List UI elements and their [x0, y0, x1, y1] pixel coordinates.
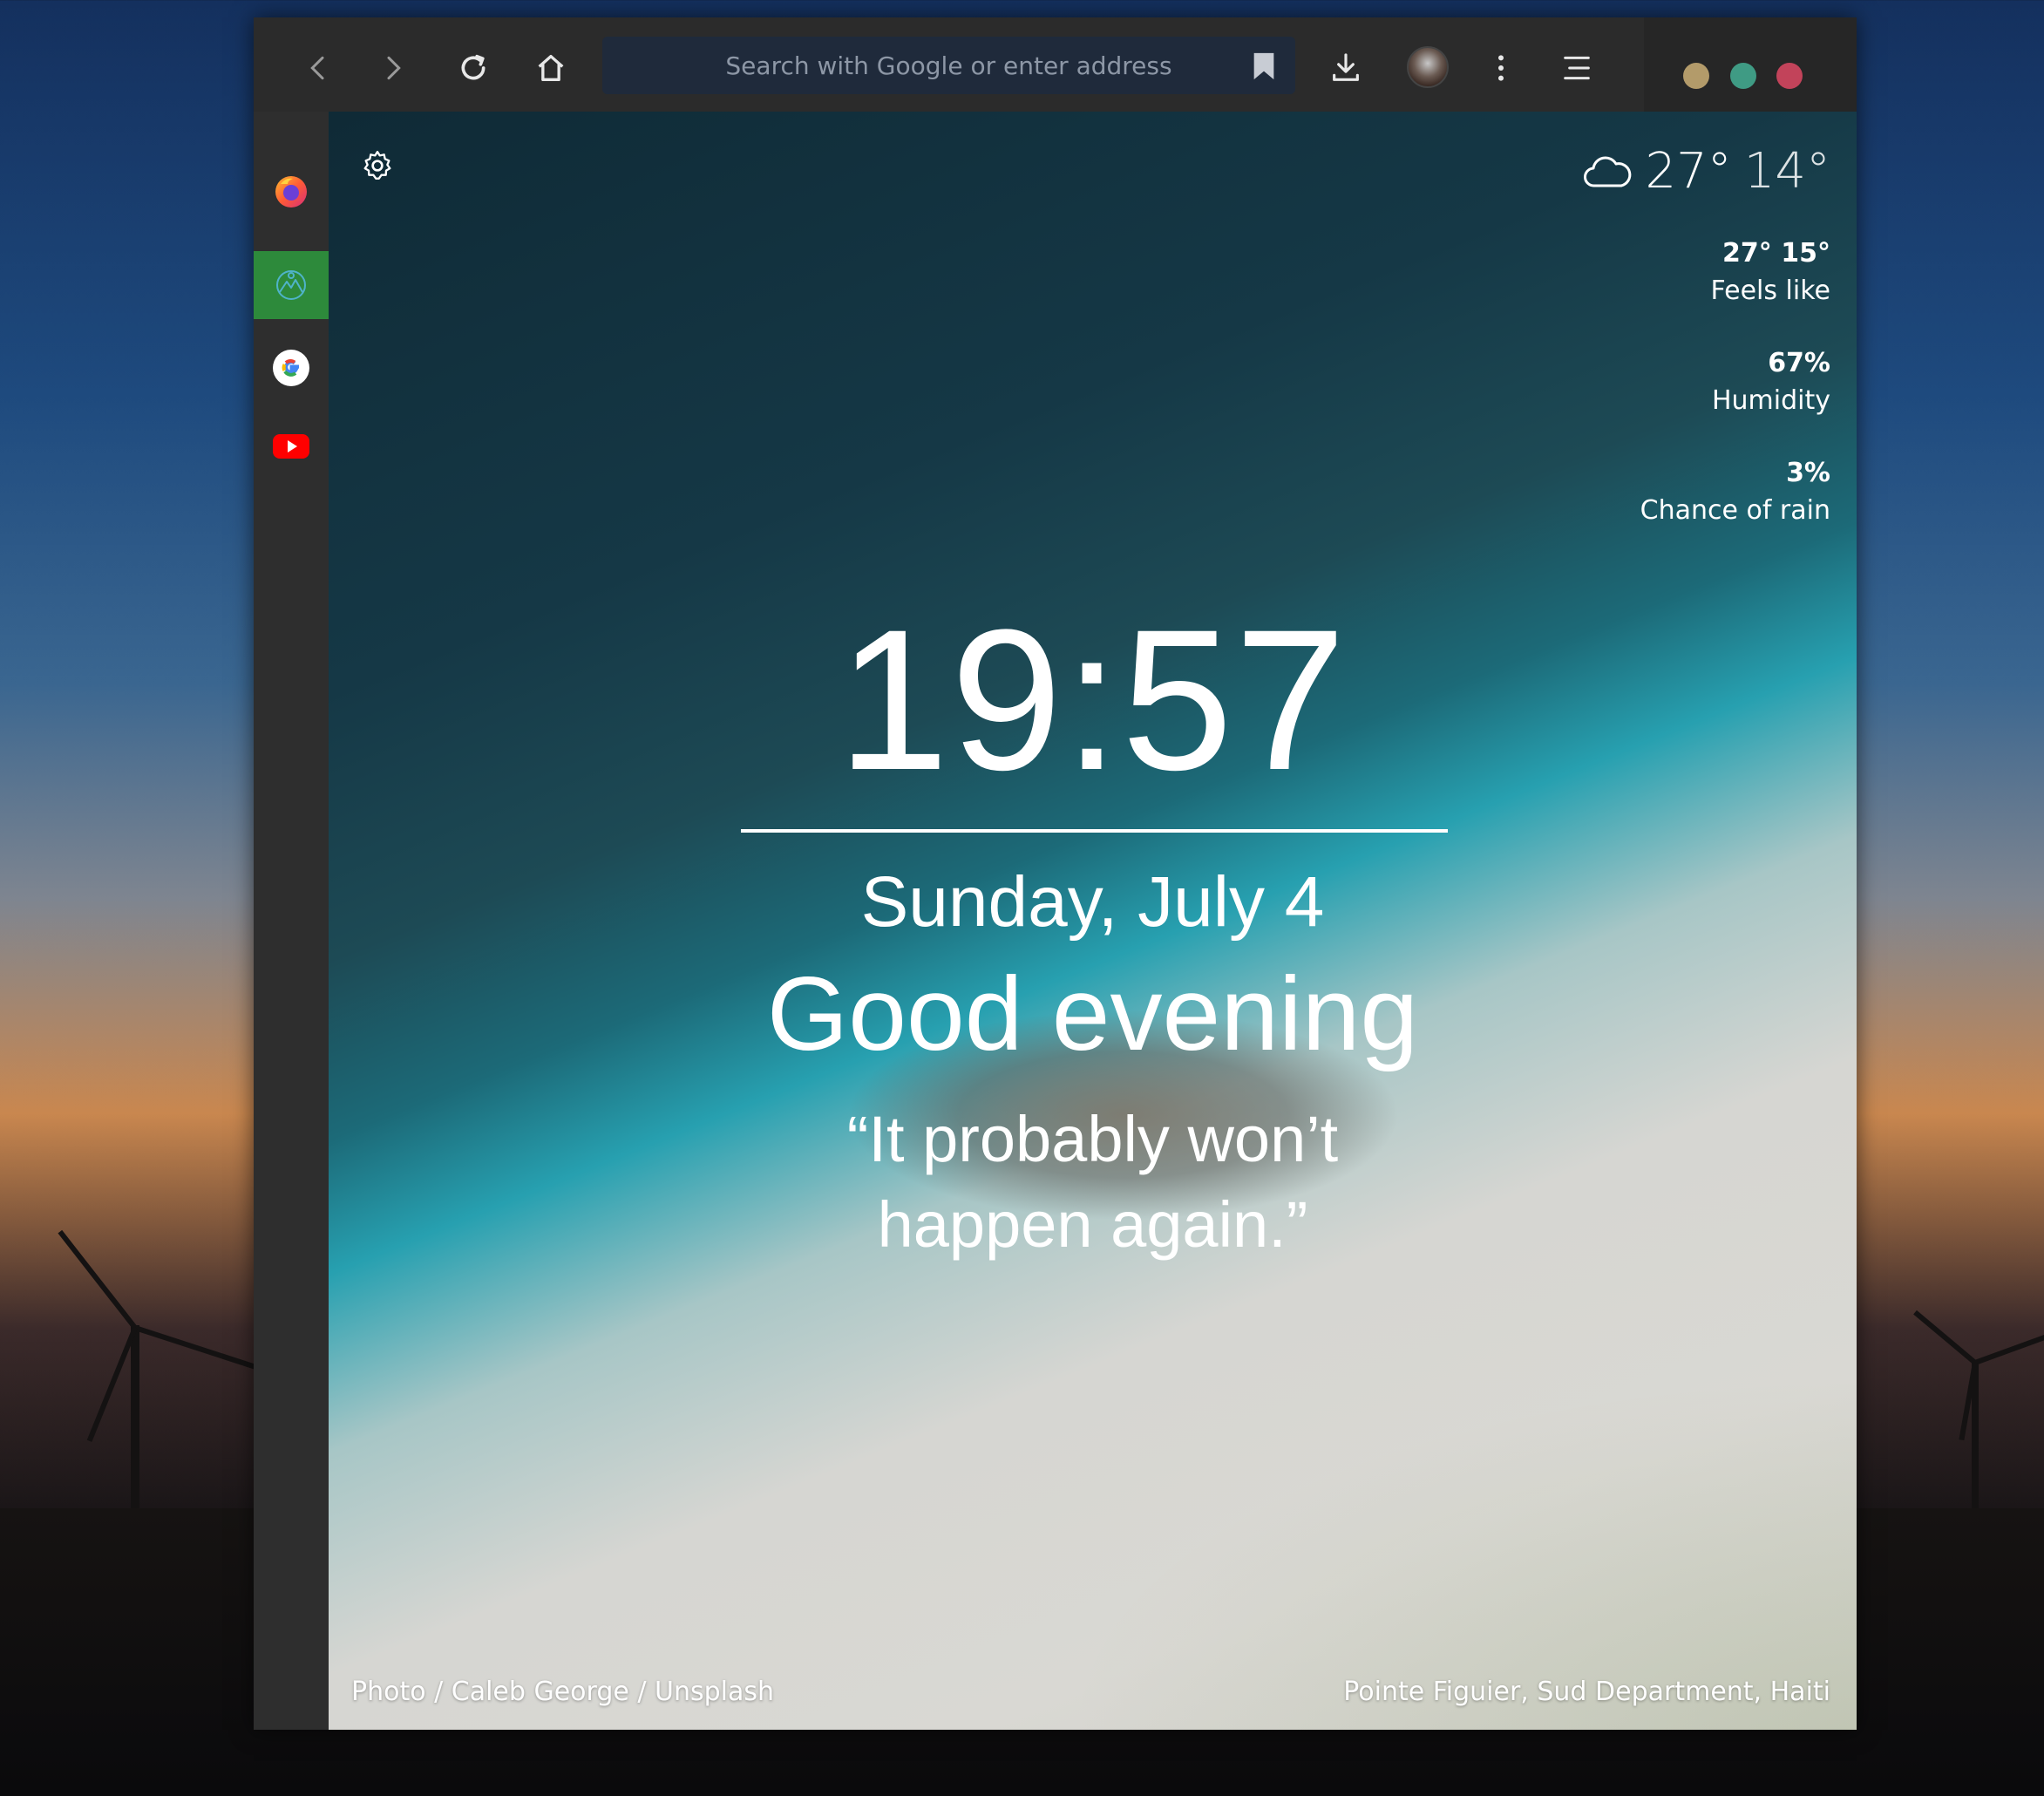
profile-avatar[interactable]	[1407, 46, 1449, 88]
downloads-button[interactable]	[1321, 44, 1370, 92]
clock-divider	[741, 829, 1448, 833]
weather-summary: 27° 14°	[1582, 143, 1830, 200]
search-input[interactable]	[668, 50, 1230, 81]
window-controls-area	[1644, 17, 1857, 112]
home-icon	[538, 55, 564, 82]
photo-location[interactable]: Pointe Figuier, Sud Department, Haiti	[1343, 1677, 1830, 1707]
humidity-stat: 67% Humidity	[1582, 348, 1830, 416]
reload-button[interactable]	[449, 44, 498, 92]
browser-window: 27° 14° 27° 15° Feels like 67% Humidity …	[254, 17, 1857, 1730]
mountains-icon	[276, 270, 306, 300]
google-icon	[273, 350, 309, 386]
sidebar-item-google[interactable]	[254, 334, 329, 402]
download-icon	[1333, 53, 1359, 81]
sidebar	[254, 112, 329, 1730]
quote-line-2: happen again.”	[877, 1188, 1308, 1261]
sidebar-item-mountains[interactable]	[254, 251, 329, 319]
photo-credit[interactable]: Photo / Caleb George / Unsplash	[351, 1677, 774, 1707]
rain-chance-value: 3%	[1786, 458, 1830, 488]
rain-chance-stat: 3% Chance of rain	[1582, 458, 1830, 526]
address-bar[interactable]	[602, 37, 1295, 94]
chevron-right-icon	[387, 56, 401, 80]
sidebar-item-youtube[interactable]	[254, 412, 329, 480]
feels-like-value: 27° 15°	[1722, 238, 1830, 269]
youtube-icon	[273, 434, 309, 459]
sidebar-item-firefox[interactable]	[254, 157, 329, 225]
feels-like-stat: 27° 15° Feels like	[1582, 238, 1830, 306]
back-button[interactable]	[294, 44, 343, 92]
new-tab-page: 27° 14° 27° 15° Feels like 67% Humidity …	[329, 112, 1857, 1730]
rain-chance-label: Chance of rain	[1640, 495, 1830, 526]
reload-icon	[461, 54, 486, 80]
hamburger-menu-icon	[1564, 56, 1590, 80]
toolbar	[254, 17, 1857, 112]
temperature-low: 14°	[1743, 143, 1830, 200]
app-menu-button[interactable]	[1552, 44, 1601, 92]
more-options-button[interactable]	[1477, 44, 1525, 92]
weather-widget: 27° 14° 27° 15° Feels like 67% Humidity …	[1582, 143, 1830, 526]
forward-button[interactable]	[369, 44, 418, 92]
firefox-icon	[275, 176, 307, 207]
maximize-button[interactable]	[1730, 63, 1756, 89]
kebab-menu-icon	[1498, 55, 1504, 81]
humidity-value: 67%	[1768, 348, 1830, 378]
minimize-button[interactable]	[1683, 63, 1709, 89]
greeting: Good evening	[766, 956, 1419, 1072]
cloud-icon	[1584, 155, 1632, 187]
quote-line-1: “It probably won’t	[846, 1103, 1339, 1175]
close-button[interactable]	[1776, 63, 1803, 89]
quote: “It probably won’t happen again.”	[329, 1097, 1857, 1268]
date: Sunday, July 4	[860, 862, 1325, 942]
gear-icon[interactable]	[360, 148, 395, 183]
clock: 19:57	[837, 588, 1348, 812]
humidity-label: Humidity	[1711, 385, 1830, 416]
chevron-left-icon	[310, 56, 324, 80]
feels-like-label: Feels like	[1710, 276, 1830, 306]
bookmark-icon[interactable]	[1252, 51, 1276, 81]
home-button[interactable]	[526, 44, 575, 92]
temperature-high: 27°	[1645, 143, 1732, 200]
